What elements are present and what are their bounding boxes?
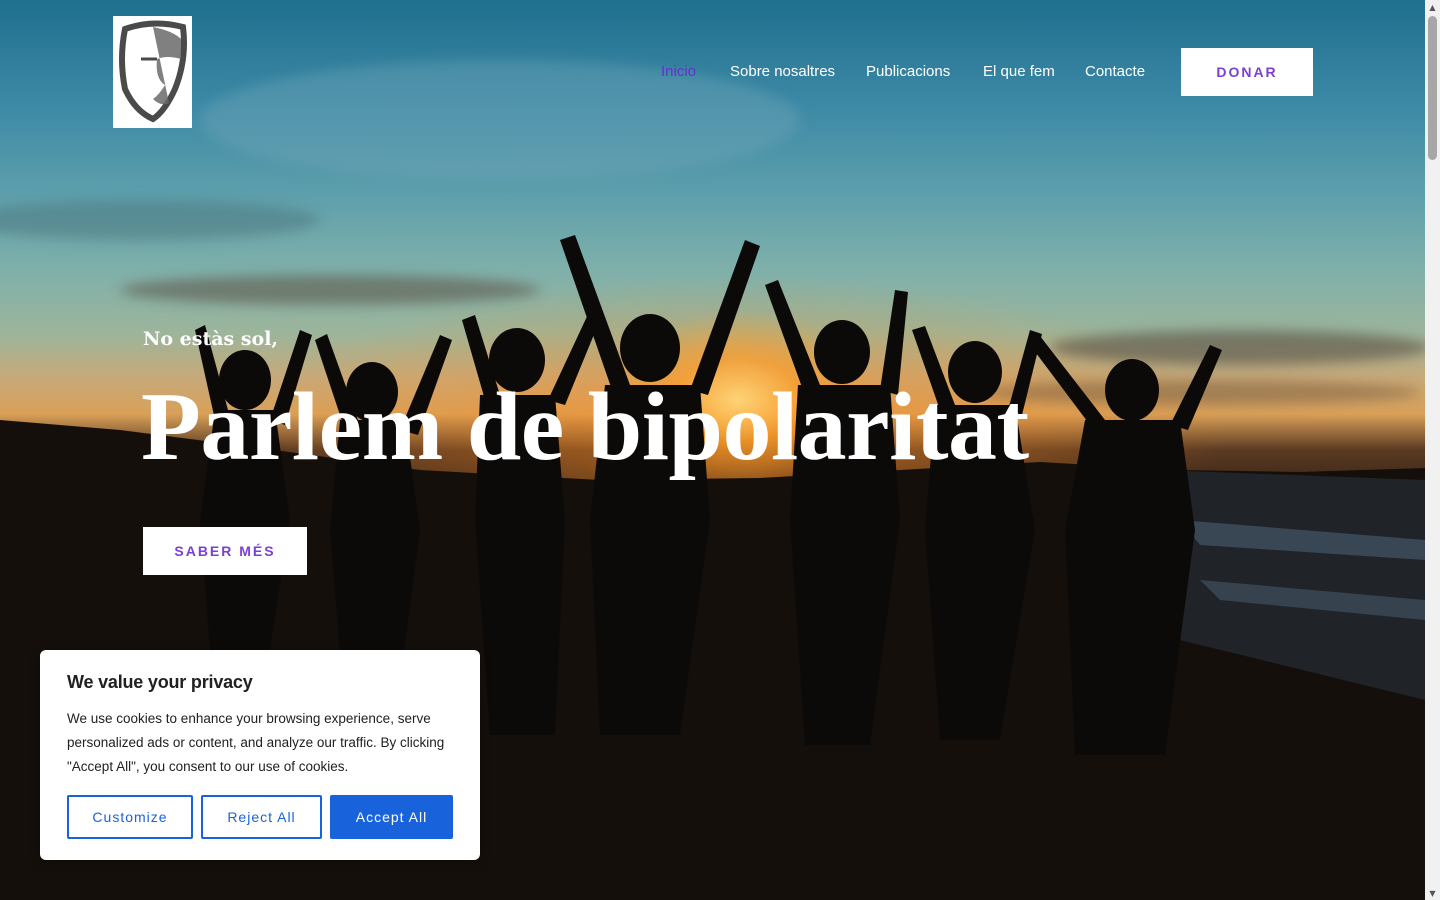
learn-more-button[interactable]: SABER MÉS — [143, 527, 307, 575]
arrow-down-icon[interactable]: ▼ — [1425, 886, 1440, 900]
page-scrollbar[interactable]: ▲ ▼ — [1425, 0, 1440, 900]
nav-item-sobre-nosaltres[interactable]: Sobre nosaltres — [730, 62, 835, 82]
site-logo[interactable] — [113, 16, 192, 128]
mask-icon — [118, 20, 187, 123]
cookie-description: We use cookies to enhance your browsing … — [67, 711, 445, 774]
cookie-consent-banner: We value your privacy We use cookies to … — [40, 650, 480, 860]
reject-all-button[interactable]: Reject All — [201, 795, 322, 839]
donate-button[interactable]: DONAR — [1181, 48, 1313, 96]
nav-item-el-que-fem[interactable]: El que fem — [983, 62, 1055, 82]
cookie-title: We value your privacy — [67, 672, 253, 692]
arrow-up-icon[interactable]: ▲ — [1425, 0, 1440, 14]
hero-subtitle: No estàs sol, — [143, 328, 279, 350]
customize-button[interactable]: Customize — [67, 795, 193, 839]
nav-item-contacte[interactable]: Contacte — [1085, 62, 1145, 82]
hero-title: Parlem de bipolaritat — [141, 373, 1029, 481]
scrollbar-thumb[interactable] — [1428, 16, 1437, 160]
nav-item-publicacions[interactable]: Publicacions — [866, 62, 950, 82]
accept-all-button[interactable]: Accept All — [330, 795, 453, 839]
nav-item-inicio[interactable]: Inicio — [661, 62, 696, 82]
